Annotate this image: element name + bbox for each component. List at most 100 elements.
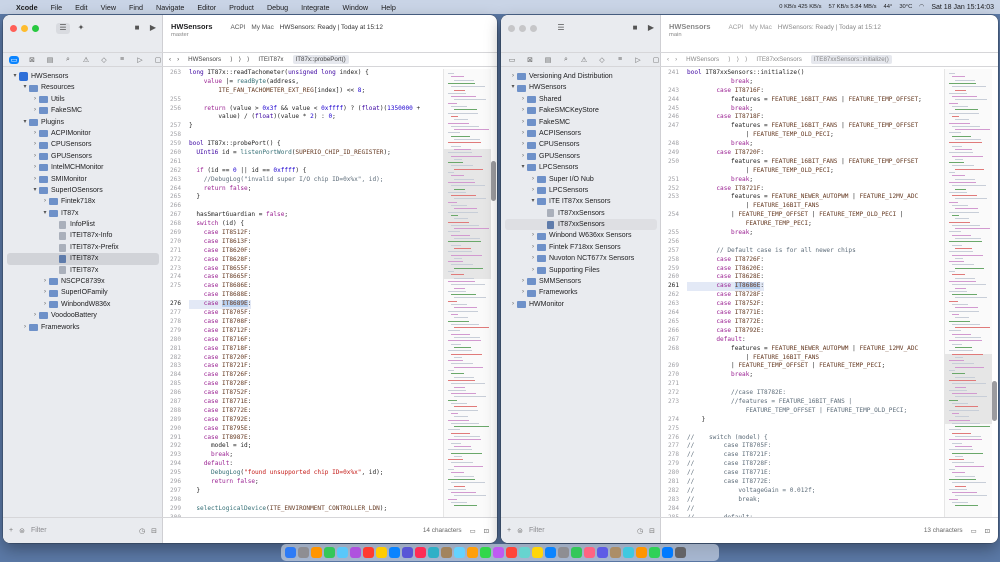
disclosure-chevron-icon[interactable]: › <box>529 185 537 196</box>
disclosure-chevron-icon[interactable]: › <box>509 71 517 82</box>
code-text[interactable]: case IT8689E: <box>189 300 252 310</box>
debug-icon[interactable]: ≡ <box>117 56 127 63</box>
code-text[interactable]: //case IT8782E: <box>687 389 786 398</box>
code-text[interactable]: case IT8771E: <box>189 398 252 407</box>
line-number[interactable]: 283 <box>163 362 189 371</box>
dock-app-icon[interactable] <box>324 547 335 558</box>
split-icon[interactable]: ⊡ <box>484 527 489 535</box>
disclosure-chevron-icon[interactable]: ▾ <box>21 82 29 93</box>
filter-input[interactable]: Filter <box>31 527 47 534</box>
code-text[interactable]: break; <box>687 229 753 238</box>
zoom-button[interactable] <box>530 25 537 32</box>
line-number[interactable]: 262 <box>163 167 189 176</box>
line-number[interactable]: 274 <box>163 273 189 282</box>
issue-icon[interactable]: ⚠ <box>579 56 589 64</box>
menu-help[interactable]: Help <box>381 3 396 12</box>
back-icon[interactable]: ‹ <box>667 56 669 63</box>
filter-input[interactable]: Filter <box>529 527 545 534</box>
code-line[interactable]: 277// case IT8705F: <box>661 442 944 451</box>
tree-item[interactable]: ▾ HWSensors <box>3 71 163 82</box>
code-line[interactable]: 293 break; <box>163 451 443 460</box>
recent-files-icon[interactable]: ◷ <box>637 527 643 535</box>
code-line[interactable]: 281// case IT8772E: <box>661 478 944 487</box>
test-icon[interactable]: ◇ <box>99 56 109 64</box>
tree-item[interactable]: › FakeSMC <box>501 117 661 128</box>
line-number[interactable]: 284 <box>661 505 687 514</box>
dock-app-icon[interactable] <box>675 547 686 558</box>
find-icon[interactable]: ⌕ <box>63 56 73 64</box>
disclosure-chevron-icon[interactable]: › <box>31 105 39 116</box>
code-line[interactable]: 274 case IT8665F: <box>163 273 443 282</box>
add-icon[interactable]: + <box>9 527 13 534</box>
code-text[interactable]: //features = FEATURE_16BIT_FANS | <box>687 398 852 407</box>
line-number[interactable]: 254 <box>661 211 687 220</box>
run-icon[interactable]: ▶ <box>146 23 160 34</box>
project-navigator-icon[interactable]: ▭ <box>507 56 517 64</box>
dock-app-icon[interactable] <box>584 547 595 558</box>
code-text[interactable]: } <box>189 122 193 131</box>
code-line[interactable]: 269 case IT8512F: <box>163 229 443 238</box>
tree-item[interactable]: › CPUSensors <box>501 139 661 150</box>
menu-integrate[interactable]: Integrate <box>301 3 329 12</box>
code-text[interactable]: features = FEATURE_NEWER_AUTOPWM | FEATU… <box>687 345 918 354</box>
line-number[interactable]: 250 <box>661 158 687 167</box>
line-number[interactable] <box>163 78 189 87</box>
code-line[interactable]: 274 } <box>661 416 944 425</box>
disclosure-chevron-icon[interactable]: › <box>31 94 39 105</box>
line-number[interactable]: 298 <box>163 496 189 505</box>
disclosure-chevron-icon[interactable]: › <box>31 162 39 173</box>
code-line[interactable]: 282 case IT8720F: <box>163 354 443 363</box>
line-number[interactable]: 271 <box>163 247 189 256</box>
stop-icon[interactable]: ■ <box>628 23 642 34</box>
code-text[interactable]: // break; <box>687 496 760 505</box>
tree-item[interactable]: › Shared <box>501 94 661 105</box>
code-line[interactable]: 280 case IT8716F: <box>163 336 443 345</box>
code-text[interactable]: ITE_FAN_TACHOMETER_EXT_REG[index]) << 8; <box>189 87 365 96</box>
code-text[interactable]: case IT8686E: <box>189 282 252 291</box>
code-text[interactable]: default: <box>189 460 233 469</box>
tree-item[interactable]: › Super I/O Nub <box>501 174 661 185</box>
code-line[interactable]: 297 } <box>163 487 443 496</box>
minimize-button[interactable] <box>519 25 526 32</box>
sidebar-toggle-icon[interactable]: ☰ <box>554 23 568 34</box>
code-line[interactable]: 241 bool IT87xxSensors::initialize() <box>661 69 944 78</box>
tree-item[interactable]: › ACPISensors <box>501 128 661 139</box>
line-number[interactable]: 257 <box>163 122 189 131</box>
menu-file[interactable]: File <box>51 3 63 12</box>
disclosure-chevron-icon[interactable]: ▾ <box>41 208 49 219</box>
tree-item[interactable]: › SMIMonitor <box>3 174 163 185</box>
disclosure-chevron-icon[interactable]: › <box>31 310 39 321</box>
code-line[interactable]: 290 case IT8795E: <box>163 425 443 434</box>
code-text[interactable]: case IT8720F: <box>189 354 252 363</box>
code-text[interactable]: return false; <box>189 478 259 487</box>
dock-app-icon[interactable] <box>350 547 361 558</box>
code-line[interactable]: 268 features = FEATURE_NEWER_AUTOPWM | F… <box>661 345 944 354</box>
line-number[interactable]: 263 <box>163 176 189 185</box>
tree-item[interactable]: IT87xxSensors <box>505 219 657 231</box>
line-number[interactable]: 272 <box>163 256 189 265</box>
code-line[interactable]: | FEATURE_16BIT_FANS <box>661 202 944 211</box>
line-number[interactable]: 261 <box>661 282 687 291</box>
menu-navigate[interactable]: Navigate <box>156 3 184 12</box>
code-line[interactable]: 261 case IT8686E: <box>661 282 944 292</box>
code-text[interactable]: | FEATURE_16BIT_FANS <box>687 202 819 211</box>
code-text[interactable]: break; <box>687 78 753 87</box>
code-text[interactable]: switch (id) { <box>189 220 244 229</box>
line-number[interactable]: 275 <box>163 282 189 291</box>
dock-app-icon[interactable] <box>610 547 621 558</box>
line-number[interactable]: 269 <box>163 229 189 238</box>
disclosure-chevron-icon[interactable]: ▾ <box>519 162 527 173</box>
line-number[interactable]: 259 <box>163 140 189 149</box>
code-line[interactable]: 271 case IT8620F: <box>163 247 443 256</box>
code-text[interactable]: features = FEATURE_16BIT_FANS | FEATURE_… <box>687 158 918 167</box>
menu-debug[interactable]: Debug <box>267 3 288 12</box>
back-icon[interactable]: ‹ <box>169 56 171 63</box>
clock[interactable]: Sat 18 Jan 15:14:03 <box>931 4 994 11</box>
code-text[interactable]: break; <box>189 451 233 460</box>
filter-options-icon[interactable]: ⊜ <box>19 527 25 535</box>
code-text[interactable]: features = FEATURE_16BIT_FANS | FEATURE_… <box>687 122 918 131</box>
dock-app-icon[interactable] <box>649 547 660 558</box>
editor-scrollbar[interactable] <box>992 381 997 421</box>
code-text[interactable]: case IT8718F: <box>687 113 764 122</box>
disclosure-chevron-icon[interactable]: › <box>41 276 49 287</box>
